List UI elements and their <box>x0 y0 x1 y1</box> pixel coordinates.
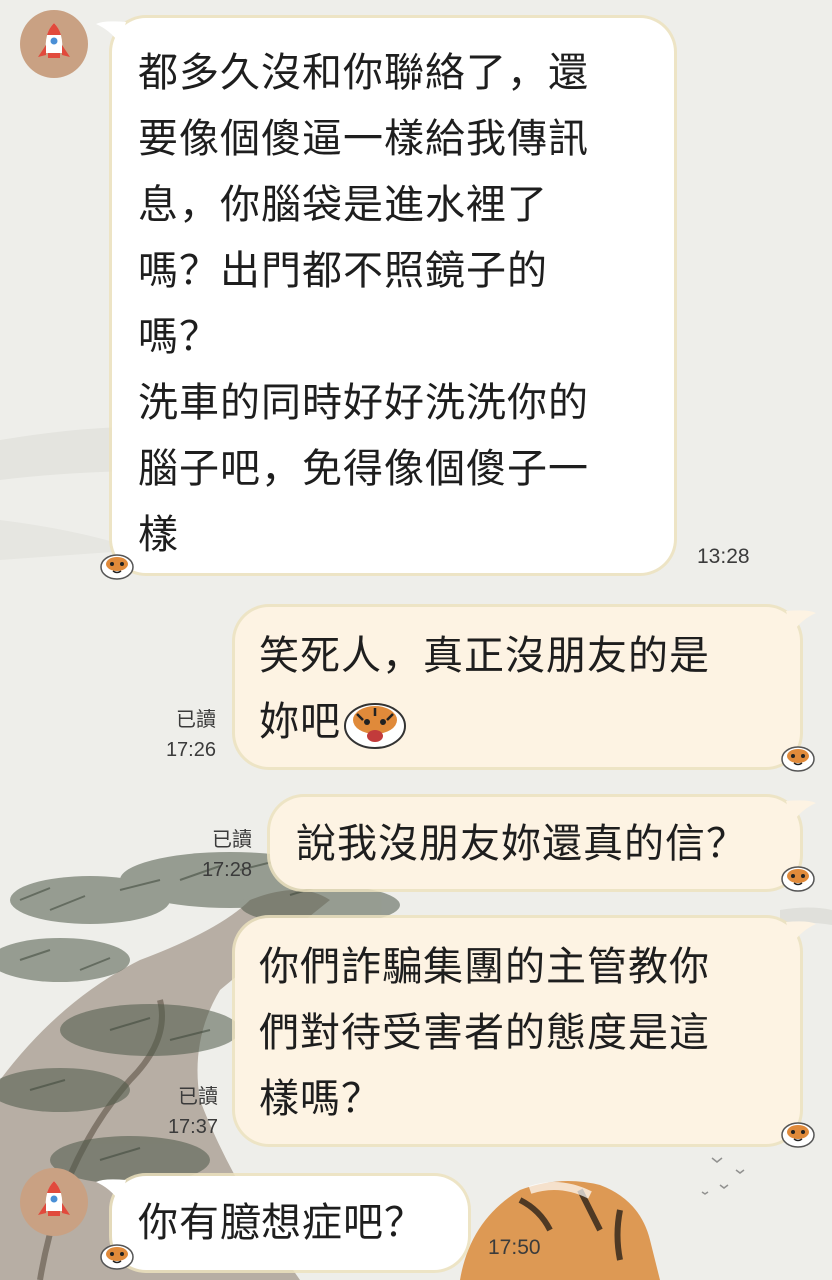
bubble-tail <box>786 800 816 823</box>
bubble-tail <box>96 21 126 44</box>
read-receipt: 已讀 17:28 <box>164 825 252 885</box>
message-time: 17:50 <box>488 1236 541 1259</box>
message-text: 你有臆想症吧？ <box>138 1200 425 1246</box>
rocket-avatar-icon <box>38 23 70 58</box>
message-time: 17:28 <box>201 859 252 881</box>
read-status: 已讀 <box>212 829 252 851</box>
message-text: 都多久沒和你聯絡了，還 要像個傻逼一樣給我傳訊 息，你腦袋是進水裡了 嗎？出門都… <box>138 50 589 558</box>
rocket-avatar-icon <box>38 1181 70 1216</box>
tiger-face-icon <box>781 746 815 772</box>
bubble-tail <box>786 921 816 944</box>
read-receipt: 已讀 17:37 <box>130 1082 218 1142</box>
contact-avatar[interactable] <box>20 1168 88 1236</box>
incoming-message-bubble[interactable]: 你有臆想症吧？ <box>112 1176 468 1270</box>
outgoing-message-bubble[interactable]: 說我沒朋友妳還真的信？ <box>270 797 800 889</box>
incoming-message-bubble[interactable]: 都多久沒和你聯絡了，還 要像個傻逼一樣給我傳訊 息，你腦袋是進水裡了 嗎？出門都… <box>112 18 674 573</box>
bubble-tail <box>96 1179 126 1202</box>
read-receipt: 已讀 17:26 <box>130 705 216 765</box>
tiger-face-icon <box>100 554 134 580</box>
tiger-face-icon <box>100 1244 134 1270</box>
message-time: 17:37 <box>167 1116 218 1138</box>
message-time: 17:26 <box>165 739 216 761</box>
contact-avatar[interactable] <box>20 10 88 78</box>
message-text: 你們詐騙集團的主管教你 們對待受害者的態度是這 樣嗎？ <box>259 944 710 1122</box>
bubble-tail <box>786 610 816 633</box>
tiger-emoji-icon <box>344 703 406 749</box>
tiger-face-icon <box>781 866 815 892</box>
tiger-face-icon <box>781 1122 815 1148</box>
outgoing-message-bubble[interactable]: 笑死人，真正沒朋友的是 妳吧 <box>235 607 800 767</box>
read-status: 已讀 <box>176 709 216 731</box>
outgoing-message-bubble[interactable]: 你們詐騙集團的主管教你 們對待受害者的態度是這 樣嗎？ <box>235 918 800 1144</box>
read-status: 已讀 <box>178 1086 218 1108</box>
message-time: 13:28 <box>697 545 750 568</box>
message-text: 說我沒朋友妳還真的信？ <box>296 821 747 867</box>
message-text: 笑死人，真正沒朋友的是 妳吧 <box>259 623 776 755</box>
